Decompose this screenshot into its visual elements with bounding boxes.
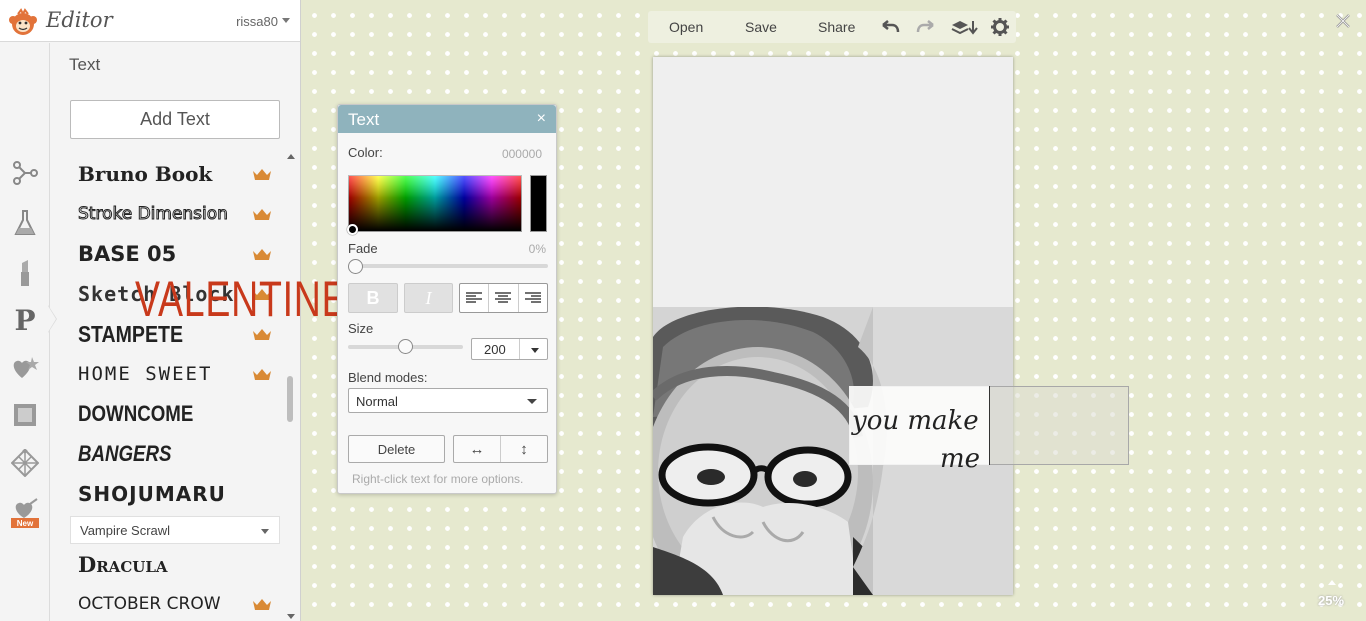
text-p-icon[interactable]: P — [10, 304, 40, 337]
current-color-swatch[interactable] — [530, 175, 547, 232]
font-item-base-05[interactable]: BASE 05 — [70, 234, 280, 274]
font-item-downcome[interactable]: DOWNCOME — [70, 394, 280, 434]
blend-mode-value: Normal — [356, 394, 398, 409]
size-label: Size — [348, 321, 374, 336]
top-toolbar: Open Save Share — [648, 11, 1016, 43]
align-left-icon[interactable] — [460, 284, 490, 312]
scroll-thumb[interactable] — [287, 376, 293, 422]
color-label: Color: — [348, 145, 383, 160]
fade-slider-handle[interactable] — [348, 259, 363, 274]
font-family-select[interactable]: Vampire Scrawl — [70, 516, 280, 544]
app-title: Editor — [46, 8, 113, 32]
color-hex-value[interactable]: 000000 — [502, 147, 542, 161]
close-icon[interactable] — [1334, 12, 1352, 30]
picmonkey-logo-icon[interactable] — [8, 7, 38, 37]
scroll-down-arrow-icon[interactable] — [287, 614, 295, 619]
frames-icon[interactable] — [10, 400, 40, 430]
font-item-home-sweet[interactable]: HOME SWEET — [70, 354, 280, 394]
font-item-bruno-book[interactable]: Bruno Book — [70, 154, 280, 194]
canvas-text-you-make[interactable]: you make — [852, 406, 979, 436]
text-panel-title: Text — [348, 110, 380, 129]
crown-icon — [253, 209, 271, 220]
size-input[interactable]: 200 — [471, 338, 548, 360]
document-canvas[interactable] — [653, 57, 1013, 595]
size-slider-handle[interactable] — [398, 339, 413, 354]
app-header: Editor rissa80 — [0, 0, 300, 42]
right-click-hint: Right-click text for more options. — [352, 472, 524, 486]
basic-edits-icon[interactable] — [10, 158, 40, 188]
settings-gear-icon[interactable] — [989, 17, 1011, 37]
overlays-hearts-icon[interactable] — [10, 353, 40, 383]
effects-flask-icon[interactable] — [10, 208, 40, 238]
font-select-value: Vampire Scrawl — [80, 522, 171, 538]
delete-button[interactable]: Delete — [348, 435, 445, 463]
user-menu[interactable]: rissa80 — [236, 14, 278, 29]
crown-icon — [253, 369, 271, 380]
flip-vertical-icon[interactable]: ↕ — [501, 436, 547, 462]
layers-icon[interactable] — [950, 17, 978, 37]
align-center-icon[interactable] — [489, 284, 519, 312]
fade-value: 0% — [528, 242, 546, 256]
panel-title: Text — [69, 55, 101, 74]
undo-icon[interactable] — [879, 17, 901, 37]
font-item-bangers[interactable]: BANGERS — [70, 434, 280, 474]
chevron-down-icon[interactable] — [531, 348, 539, 353]
canvas-text-valentine[interactable]: VALENTINE — [135, 270, 347, 328]
text-properties-panel: Text × Color: 000000 Fade 0% B I Size 20… — [337, 104, 557, 494]
font-item-stroke-dimension[interactable]: Stroke Dimension — [70, 194, 280, 234]
scroll-up-arrow-icon[interactable] — [287, 154, 295, 159]
chevron-down-icon — [527, 399, 537, 404]
fade-label: Fade — [348, 241, 378, 256]
font-item-dracula[interactable]: Dracula — [70, 544, 280, 584]
font-list-scrollbar[interactable] — [285, 152, 295, 621]
chevron-down-icon[interactable] — [282, 18, 290, 23]
crown-icon — [253, 329, 271, 340]
flip-horizontal-icon[interactable]: ↔ — [454, 436, 501, 462]
zoom-level[interactable]: 25% — [1318, 593, 1344, 608]
touch-up-lipstick-icon[interactable] — [10, 258, 40, 288]
flip-group: ↔ ↕ — [453, 435, 548, 463]
alignment-group — [459, 283, 548, 313]
fade-slider-track[interactable] — [353, 264, 548, 268]
blend-modes-label: Blend modes: — [348, 370, 428, 385]
font-list: Bruno Book Stroke Dimension BASE 05 Sket… — [70, 152, 280, 621]
close-icon[interactable]: × — [537, 110, 546, 128]
blend-mode-select[interactable]: Normal — [348, 388, 548, 413]
italic-button[interactable]: I — [404, 283, 453, 313]
redo-icon[interactable] — [915, 17, 937, 37]
crown-icon — [253, 169, 271, 180]
font-item-shojumaru[interactable]: SHOJUMARU — [70, 474, 280, 514]
bold-button[interactable]: B — [348, 283, 398, 313]
seasonal-new-icon[interactable]: New — [10, 498, 40, 528]
crown-icon — [253, 249, 271, 260]
text-panel-header[interactable]: Text × — [338, 105, 556, 133]
zoom-up-icon[interactable] — [1328, 580, 1336, 585]
tool-rail: P New — [0, 43, 50, 621]
canvas-text-me[interactable]: me — [940, 444, 980, 474]
svg-text:New: New — [17, 519, 34, 528]
chevron-down-icon — [261, 529, 269, 534]
save-button[interactable]: Save — [745, 19, 777, 35]
size-value[interactable]: 200 — [484, 342, 506, 357]
align-right-icon[interactable] — [519, 284, 547, 312]
open-button[interactable]: Open — [669, 19, 703, 35]
add-text-button[interactable]: Add Text — [70, 100, 280, 139]
textures-icon[interactable] — [10, 448, 40, 478]
color-picker-handle[interactable] — [347, 224, 358, 235]
share-button[interactable]: Share — [818, 19, 855, 35]
font-item-october-crow[interactable]: OCTOBER CROW — [70, 584, 280, 621]
crown-icon — [253, 599, 271, 610]
